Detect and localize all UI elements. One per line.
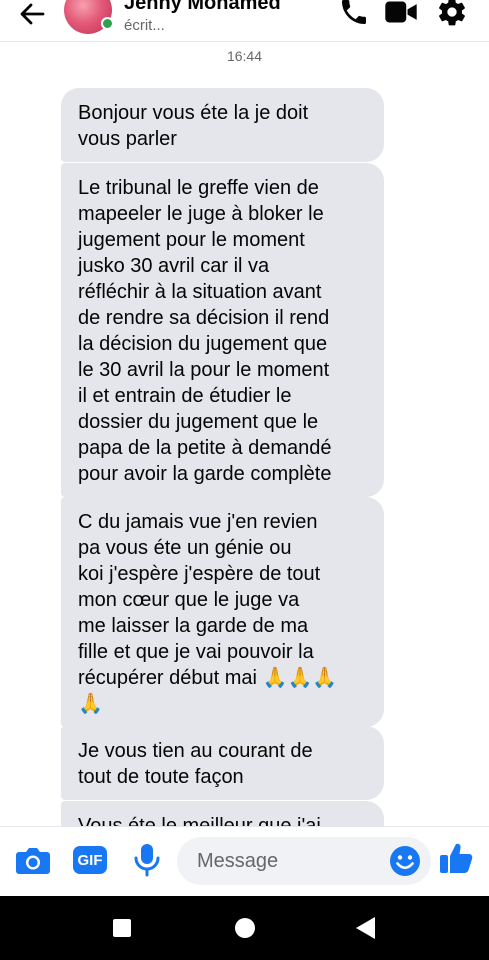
message-bubble[interactable]: Bonjour vous éte la je doit vous parler bbox=[61, 88, 384, 162]
message-thread[interactable]: 16:44 Bonjour vous éte la je doit vous p… bbox=[0, 42, 489, 826]
message-timestamp: 16:44 bbox=[226, 48, 263, 64]
system-navigation-bar bbox=[0, 896, 489, 960]
microphone-icon bbox=[134, 844, 160, 877]
message-bubble[interactable]: Le tribunal le greffe vien de mapeeler l… bbox=[61, 163, 384, 497]
message-input[interactable] bbox=[197, 837, 382, 885]
message-bubble[interactable]: Je vous tien au courant de tout de toute… bbox=[61, 726, 384, 800]
contact-name[interactable]: Jenny Mohamed bbox=[124, 0, 281, 15]
online-status-dot bbox=[101, 17, 114, 30]
triangle-back-icon bbox=[356, 917, 375, 939]
emoji-button[interactable] bbox=[389, 845, 421, 877]
call-button[interactable] bbox=[336, 0, 372, 30]
phone-icon bbox=[342, 0, 366, 24]
video-camera-icon bbox=[385, 1, 417, 23]
message-bubble[interactable]: C du jamais vue j'en revien pa vous éte … bbox=[61, 497, 384, 727]
circle-icon bbox=[235, 918, 255, 938]
video-call-button[interactable] bbox=[383, 0, 419, 30]
gear-icon bbox=[439, 0, 465, 26]
system-back-button[interactable] bbox=[347, 910, 383, 946]
like-button[interactable] bbox=[437, 839, 475, 877]
recents-button[interactable] bbox=[104, 910, 140, 946]
gif-icon: GIF bbox=[73, 846, 107, 874]
home-button[interactable] bbox=[227, 910, 263, 946]
camera-icon bbox=[16, 848, 50, 874]
message-bubble[interactable]: Vous éte le meilleur que j'ai bbox=[61, 801, 384, 826]
square-icon bbox=[113, 919, 131, 937]
message-field[interactable] bbox=[177, 837, 431, 885]
thumbs-up-icon bbox=[440, 843, 473, 873]
message-composer: GIF bbox=[0, 826, 489, 896]
voice-message-button[interactable] bbox=[128, 841, 166, 879]
settings-button[interactable] bbox=[434, 0, 470, 30]
back-button[interactable] bbox=[14, 0, 50, 32]
arrow-left-icon bbox=[20, 3, 45, 25]
conversation-header: Jenny Mohamed écrit... bbox=[0, 0, 489, 42]
camera-button[interactable] bbox=[14, 841, 52, 879]
gif-button[interactable]: GIF bbox=[71, 841, 109, 879]
typing-status: écrit... bbox=[124, 17, 165, 34]
smiley-icon bbox=[390, 846, 420, 876]
